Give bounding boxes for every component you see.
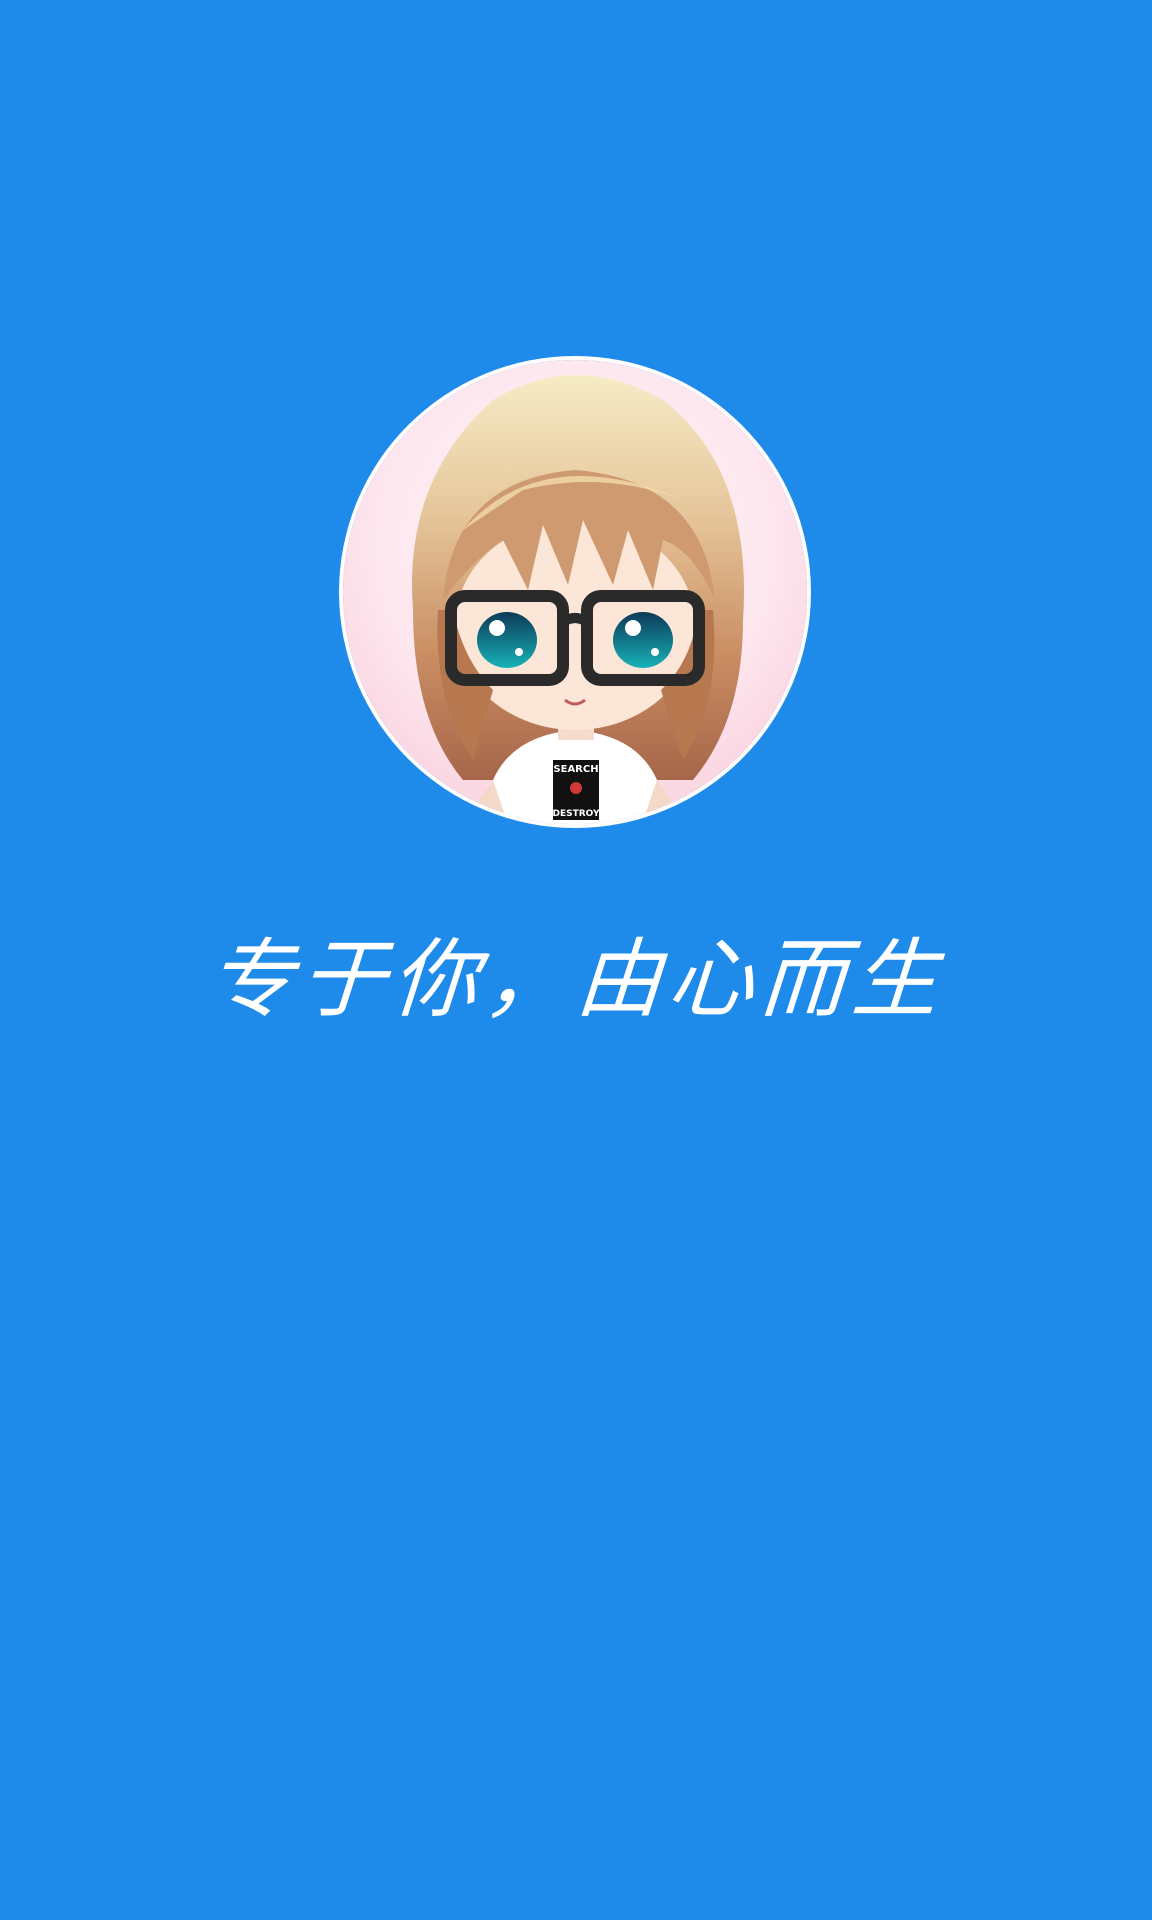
anime-girl-avatar-icon: SEARCH DESTROY: [412, 375, 744, 824]
splash-screen: SEARCH DESTROY 专于你，由心而生: [0, 0, 1152, 1920]
slogan-text: 专于你，由心而生: [204, 930, 948, 1030]
svg-text:DESTROY: DESTROY: [552, 809, 600, 819]
avatar: SEARCH DESTROY: [343, 360, 807, 824]
svg-text:SEARCH: SEARCH: [553, 764, 598, 775]
